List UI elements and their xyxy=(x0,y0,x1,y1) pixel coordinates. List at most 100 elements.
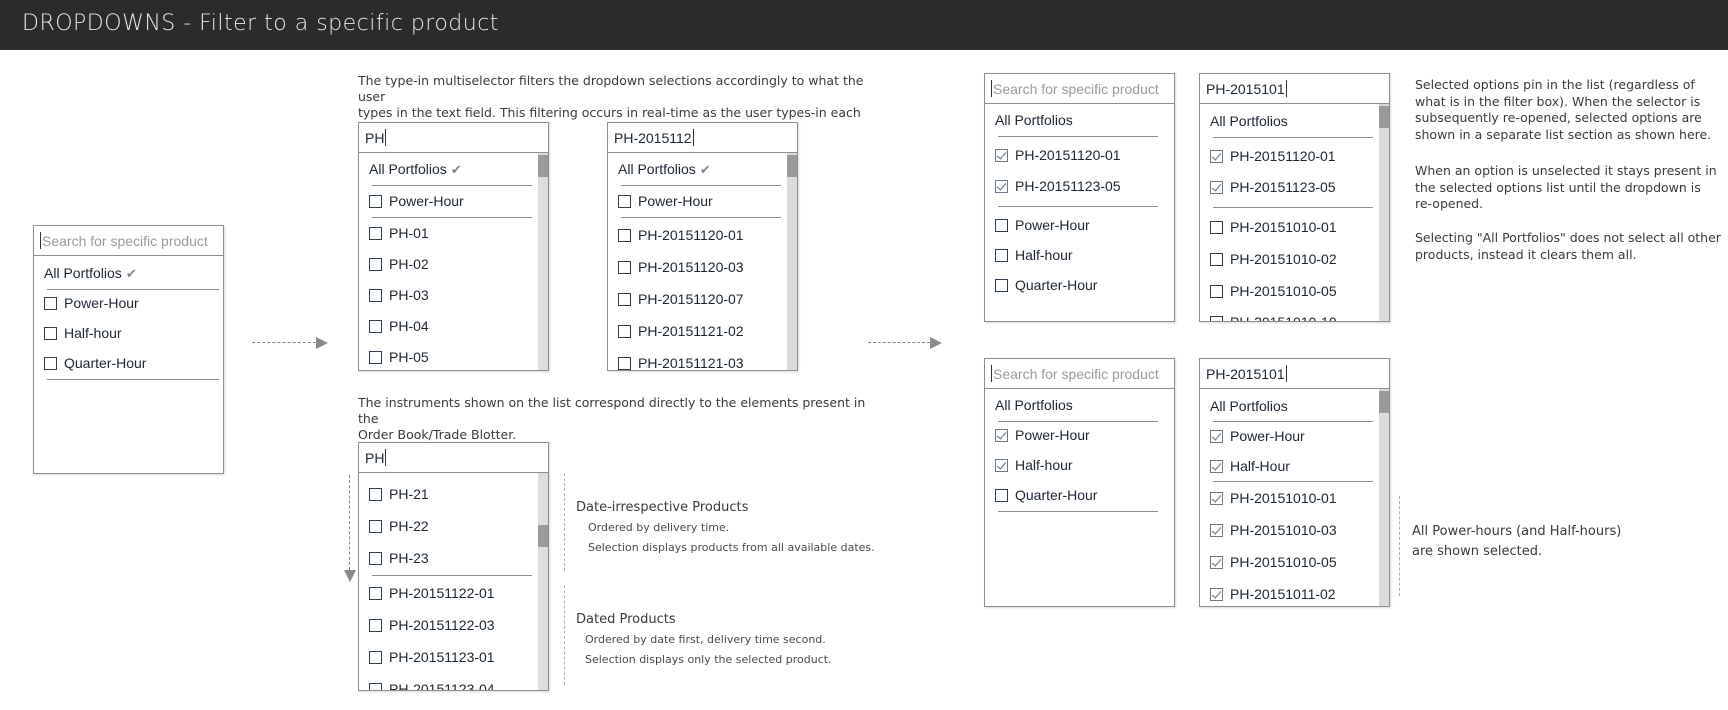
option-item[interactable]: PH-20151121-02 xyxy=(608,320,744,342)
option-half-hour[interactable]: Half-hour xyxy=(985,454,1073,476)
checkbox-icon[interactable] xyxy=(369,320,382,333)
search-input[interactable]: Search for specific product xyxy=(985,359,1174,389)
checkbox-icon[interactable] xyxy=(1210,316,1223,321)
checkbox-icon[interactable] xyxy=(1210,221,1223,234)
checkbox-icon[interactable] xyxy=(369,619,382,632)
option-item[interactable]: PH-20151122-03 xyxy=(359,614,495,636)
checkbox-icon[interactable] xyxy=(369,289,382,302)
option-half-hour[interactable]: Half-hour xyxy=(34,322,122,344)
search-input[interactable]: PH xyxy=(359,443,548,473)
scrollbar[interactable] xyxy=(538,153,548,370)
option-item[interactable]: PH-05 xyxy=(359,346,429,368)
scrollbar[interactable] xyxy=(1379,389,1389,606)
checkbox-icon[interactable] xyxy=(44,357,57,370)
option-item[interactable]: PH-21 xyxy=(359,483,429,505)
search-input[interactable]: Search for specific product xyxy=(985,74,1174,104)
option-all-portfolios[interactable]: All Portfolios xyxy=(1200,110,1288,132)
checkbox-checked-icon[interactable] xyxy=(1210,181,1223,194)
option-item[interactable]: PH-20151011-02 xyxy=(1200,583,1336,605)
option-item[interactable]: PH-20151010-05 xyxy=(1200,551,1337,573)
checkbox-icon[interactable] xyxy=(995,279,1008,292)
option-all-portfolios[interactable]: All Portfolios xyxy=(1200,395,1288,417)
checkbox-checked-icon[interactable] xyxy=(1210,150,1223,163)
checkbox-checked-icon[interactable] xyxy=(995,180,1008,193)
checkbox-icon[interactable] xyxy=(618,229,631,242)
option-power-hour[interactable]: Power-Hour xyxy=(1200,425,1305,447)
option-selected[interactable]: PH-20151120-01 xyxy=(1200,145,1336,167)
option-item[interactable]: PH-20151010-02 xyxy=(1200,248,1337,270)
scrollbar-thumb[interactable] xyxy=(538,155,548,177)
checkbox-checked-icon[interactable] xyxy=(1210,460,1223,473)
scrollbar[interactable] xyxy=(1379,104,1389,321)
checkbox-icon[interactable] xyxy=(369,351,382,364)
checkbox-icon[interactable] xyxy=(44,297,57,310)
checkbox-icon[interactable] xyxy=(995,489,1008,502)
option-item[interactable]: PH-20151123-04 xyxy=(359,678,495,690)
checkbox-icon[interactable] xyxy=(44,327,57,340)
option-power-hour[interactable]: Power-Hour xyxy=(359,190,464,212)
option-item[interactable]: PH-20151010-03 xyxy=(1200,519,1337,541)
search-input[interactable]: PH-2015101 xyxy=(1200,74,1389,104)
option-item[interactable]: PH-03 xyxy=(359,284,429,306)
option-item[interactable]: PH-20151123-01 xyxy=(359,646,495,668)
checkbox-icon[interactable] xyxy=(618,261,631,274)
option-item[interactable]: PH-20151010-10 xyxy=(1200,311,1337,321)
checkbox-icon[interactable] xyxy=(618,357,631,370)
checkbox-checked-icon[interactable] xyxy=(995,429,1008,442)
checkbox-icon[interactable] xyxy=(618,195,631,208)
option-quarter-hour[interactable]: Quarter-Hour xyxy=(985,484,1097,506)
option-all-portfolios[interactable]: All Portfolios xyxy=(985,394,1073,416)
checkbox-checked-icon[interactable] xyxy=(1210,492,1223,505)
checkbox-icon[interactable] xyxy=(369,227,382,240)
option-power-hour[interactable]: Power-Hour xyxy=(985,214,1090,236)
option-selected[interactable]: PH-20151120-01 xyxy=(985,144,1121,166)
checkbox-icon[interactable] xyxy=(1210,253,1223,266)
option-item[interactable]: PH-04 xyxy=(359,315,429,337)
checkbox-icon[interactable] xyxy=(369,683,382,690)
checkbox-checked-icon[interactable] xyxy=(1210,430,1223,443)
checkbox-icon[interactable] xyxy=(995,249,1008,262)
scrollbar-thumb[interactable] xyxy=(1379,106,1389,128)
checkbox-icon[interactable] xyxy=(369,195,382,208)
scrollbar-thumb[interactable] xyxy=(538,525,548,547)
option-item[interactable]: PH-20151120-03 xyxy=(608,256,744,278)
option-all-portfolios[interactable]: All Portfolios ✔ xyxy=(34,262,137,284)
scrollbar[interactable] xyxy=(538,473,548,690)
checkbox-icon[interactable] xyxy=(618,293,631,306)
checkbox-checked-icon[interactable] xyxy=(1210,556,1223,569)
option-all-portfolios[interactable]: All Portfolios ✔ xyxy=(608,158,711,180)
option-power-hour[interactable]: Power-Hour xyxy=(34,292,139,314)
scrollbar-thumb[interactable] xyxy=(787,155,797,177)
checkbox-icon[interactable] xyxy=(995,219,1008,232)
option-item[interactable]: PH-20151010-05 xyxy=(1200,280,1337,302)
option-selected[interactable]: PH-20151123-05 xyxy=(1200,176,1336,198)
scrollbar-thumb[interactable] xyxy=(1379,391,1389,413)
option-power-hour[interactable]: Power-Hour xyxy=(608,190,713,212)
checkbox-checked-icon[interactable] xyxy=(995,149,1008,162)
checkbox-icon[interactable] xyxy=(369,587,382,600)
option-item[interactable]: PH-20151010-01 xyxy=(1200,216,1337,238)
checkbox-icon[interactable] xyxy=(369,520,382,533)
option-item[interactable]: PH-20151120-01 xyxy=(608,224,744,246)
option-item[interactable]: PH-20151122-01 xyxy=(359,582,495,604)
option-item[interactable]: PH-20151120-07 xyxy=(608,288,744,310)
checkbox-checked-icon[interactable] xyxy=(1210,588,1223,601)
checkbox-icon[interactable] xyxy=(369,651,382,664)
option-quarter-hour[interactable]: Quarter-Hour xyxy=(985,274,1097,296)
option-item[interactable]: PH-22 xyxy=(359,515,429,537)
option-all-portfolios[interactable]: All Portfolios ✔ xyxy=(359,158,462,180)
option-item[interactable]: PH-20151010-01 xyxy=(1200,487,1337,509)
option-selected[interactable]: PH-20151123-05 xyxy=(985,175,1121,197)
search-input[interactable]: PH xyxy=(359,123,548,153)
option-half-hour[interactable]: Half-Hour xyxy=(1200,455,1290,477)
option-item[interactable]: PH-02 xyxy=(359,253,429,275)
option-power-hour[interactable]: Power-Hour xyxy=(985,424,1090,446)
scrollbar[interactable] xyxy=(787,153,797,370)
checkbox-checked-icon[interactable] xyxy=(1210,524,1223,537)
search-input[interactable]: PH-2015112 xyxy=(608,123,797,153)
checkbox-icon[interactable] xyxy=(369,552,382,565)
search-input[interactable]: Search for specific product xyxy=(34,226,223,256)
checkbox-checked-icon[interactable] xyxy=(995,459,1008,472)
checkbox-icon[interactable] xyxy=(369,488,382,501)
option-item[interactable]: PH-01 xyxy=(359,222,429,244)
